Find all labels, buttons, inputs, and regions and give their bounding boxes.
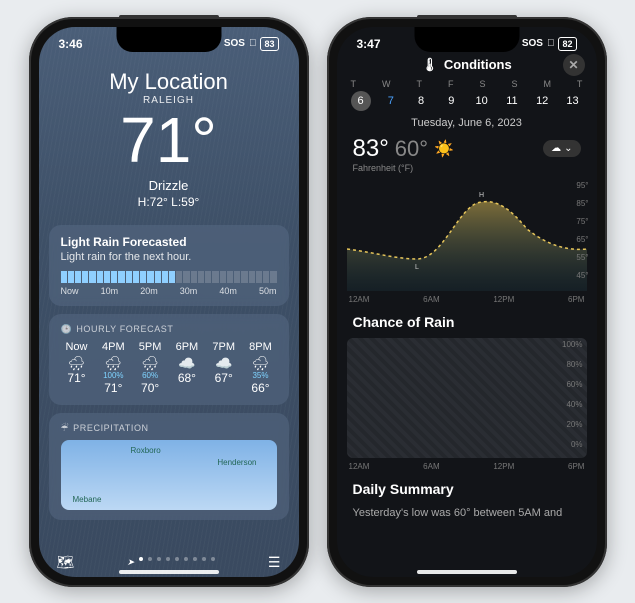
umbrella-icon: ☔︎ xyxy=(61,423,70,434)
hour-col: 8PM🌧35%66° xyxy=(244,341,276,395)
date-label: Tuesday, June 6, 2023 xyxy=(337,117,597,129)
day[interactable]: 9 xyxy=(441,91,461,111)
day[interactable]: 12 xyxy=(532,91,552,111)
battery-icon: 82 xyxy=(558,37,576,51)
sheet-title: Conditions xyxy=(444,57,512,72)
cloud-rain-icon: 🌧 xyxy=(244,356,276,370)
day[interactable]: 11 xyxy=(502,91,522,111)
notch xyxy=(116,27,221,52)
day-selected[interactable]: 6 xyxy=(351,91,371,111)
day[interactable]: 10 xyxy=(472,91,492,111)
hourly-card[interactable]: 🕒HOURLY FORECAST Now🌧71° 4PM🌧100%71° 5PM… xyxy=(49,314,289,405)
temp-chart[interactable]: H L 95° 85° 75° 65° 55° 45° xyxy=(347,181,587,291)
rain-chart[interactable]: 100% 80% 60% 40% 20% 0% xyxy=(347,338,587,458)
clock-icon: 🕒 xyxy=(61,324,73,335)
unit-label: Fahrenheit (°F) xyxy=(337,163,597,173)
unit-picker[interactable]: ☁︎⌄ xyxy=(543,140,580,157)
weekday-row: TWTFSSMT xyxy=(337,73,597,91)
list-icon[interactable]: ☰ xyxy=(268,554,281,571)
summary-text: Yesterday's low was 60° between 5AM and xyxy=(337,501,597,525)
home-indicator[interactable] xyxy=(119,570,219,574)
cloud-icon: ☁️ xyxy=(171,356,203,370)
hourly-row[interactable]: Now🌧71° 4PM🌧100%71° 5PM🌧60%70° 6PM☁️68° … xyxy=(61,341,277,395)
sheet-header: 🌡 Conditions ✕ xyxy=(337,57,597,73)
cloud-rain-icon: 🌧 xyxy=(97,356,129,370)
map-city: Roxboro xyxy=(131,446,161,455)
hour-col: 4PM🌧100%71° xyxy=(97,341,129,395)
status-time: 3:47 xyxy=(357,37,381,51)
rain-forecast-card[interactable]: Light Rain Forecasted Light rain for the… xyxy=(49,225,289,306)
phone-weather-home: 3:46 SOS 􀙇 83 My Location RALEIGH 71° Dr… xyxy=(29,17,309,587)
location-arrow-icon: ➤ xyxy=(127,557,135,568)
summary-header: Daily Summary xyxy=(337,471,597,501)
wifi-icon: 􀙇 xyxy=(547,38,555,49)
bottom-bar: 🗺 ➤ ☰ xyxy=(39,554,299,571)
page-dots[interactable]: ➤ xyxy=(127,557,216,568)
home-indicator[interactable] xyxy=(417,570,517,574)
rain-x-labels: 12AM6AM12PM6PM xyxy=(337,462,597,471)
map-city: Henderson xyxy=(217,458,256,467)
day[interactable]: 8 xyxy=(411,91,431,111)
thermometer-icon: 🌡 xyxy=(421,57,438,73)
cloud-icon: ☁️ xyxy=(208,356,240,370)
chart-x-labels: 12AM6AM12PM6PM xyxy=(337,295,597,304)
minute-labels: Now 10m 20m 30m 40m 50m xyxy=(61,286,277,296)
city-label: RALEIGH xyxy=(39,95,299,106)
sos-label: SOS xyxy=(522,38,543,49)
precip-header: PRECIPITATION xyxy=(73,423,148,433)
map-icon[interactable]: 🗺 xyxy=(57,554,75,571)
phone-conditions-detail: 3:47 SOS 􀙇 82 🌡 Conditions ✕ TWTFSSMT 6 … xyxy=(327,17,607,587)
svg-text:L: L xyxy=(415,264,419,271)
hour-col: 5PM🌧60%70° xyxy=(134,341,166,395)
close-button[interactable]: ✕ xyxy=(563,54,585,76)
minute-bars xyxy=(61,271,277,283)
hour-col: Now🌧71° xyxy=(61,341,93,395)
chevron-down-icon: ⌄ xyxy=(564,143,572,154)
low-temp: 60° xyxy=(395,136,428,162)
hour-col: 7PM☁️67° xyxy=(208,341,240,395)
high-temp: 83° xyxy=(353,135,389,163)
svg-text:H: H xyxy=(479,192,484,199)
hour-col: 6PM☁️68° xyxy=(171,341,203,395)
chance-header: Chance of Rain xyxy=(337,304,597,334)
precip-card[interactable]: ☔︎PRECIPITATION Roxboro Henderson Mebane xyxy=(49,413,289,520)
rain-sub: Light rain for the next hour. xyxy=(61,251,277,263)
hourly-header: HOURLY FORECAST xyxy=(76,324,173,334)
cloud-rain-icon: 🌧 xyxy=(134,356,166,370)
notch xyxy=(414,27,519,52)
day-today[interactable]: 7 xyxy=(381,91,401,111)
sun-icon: ☀️ xyxy=(434,139,454,159)
map-city: Mebane xyxy=(73,495,102,504)
temp-row: 83° 60° ☀️ ☁︎⌄ xyxy=(337,135,597,163)
cloud-icon: ☁︎ xyxy=(551,143,561,154)
rain-title: Light Rain Forecasted xyxy=(61,235,277,249)
cloud-rain-icon: 🌧 xyxy=(61,356,93,370)
day-number-row[interactable]: 6 7 8 9 10 11 12 13 xyxy=(337,91,597,111)
precip-map[interactable]: Roxboro Henderson Mebane xyxy=(61,440,277,510)
day[interactable]: 13 xyxy=(562,91,582,111)
